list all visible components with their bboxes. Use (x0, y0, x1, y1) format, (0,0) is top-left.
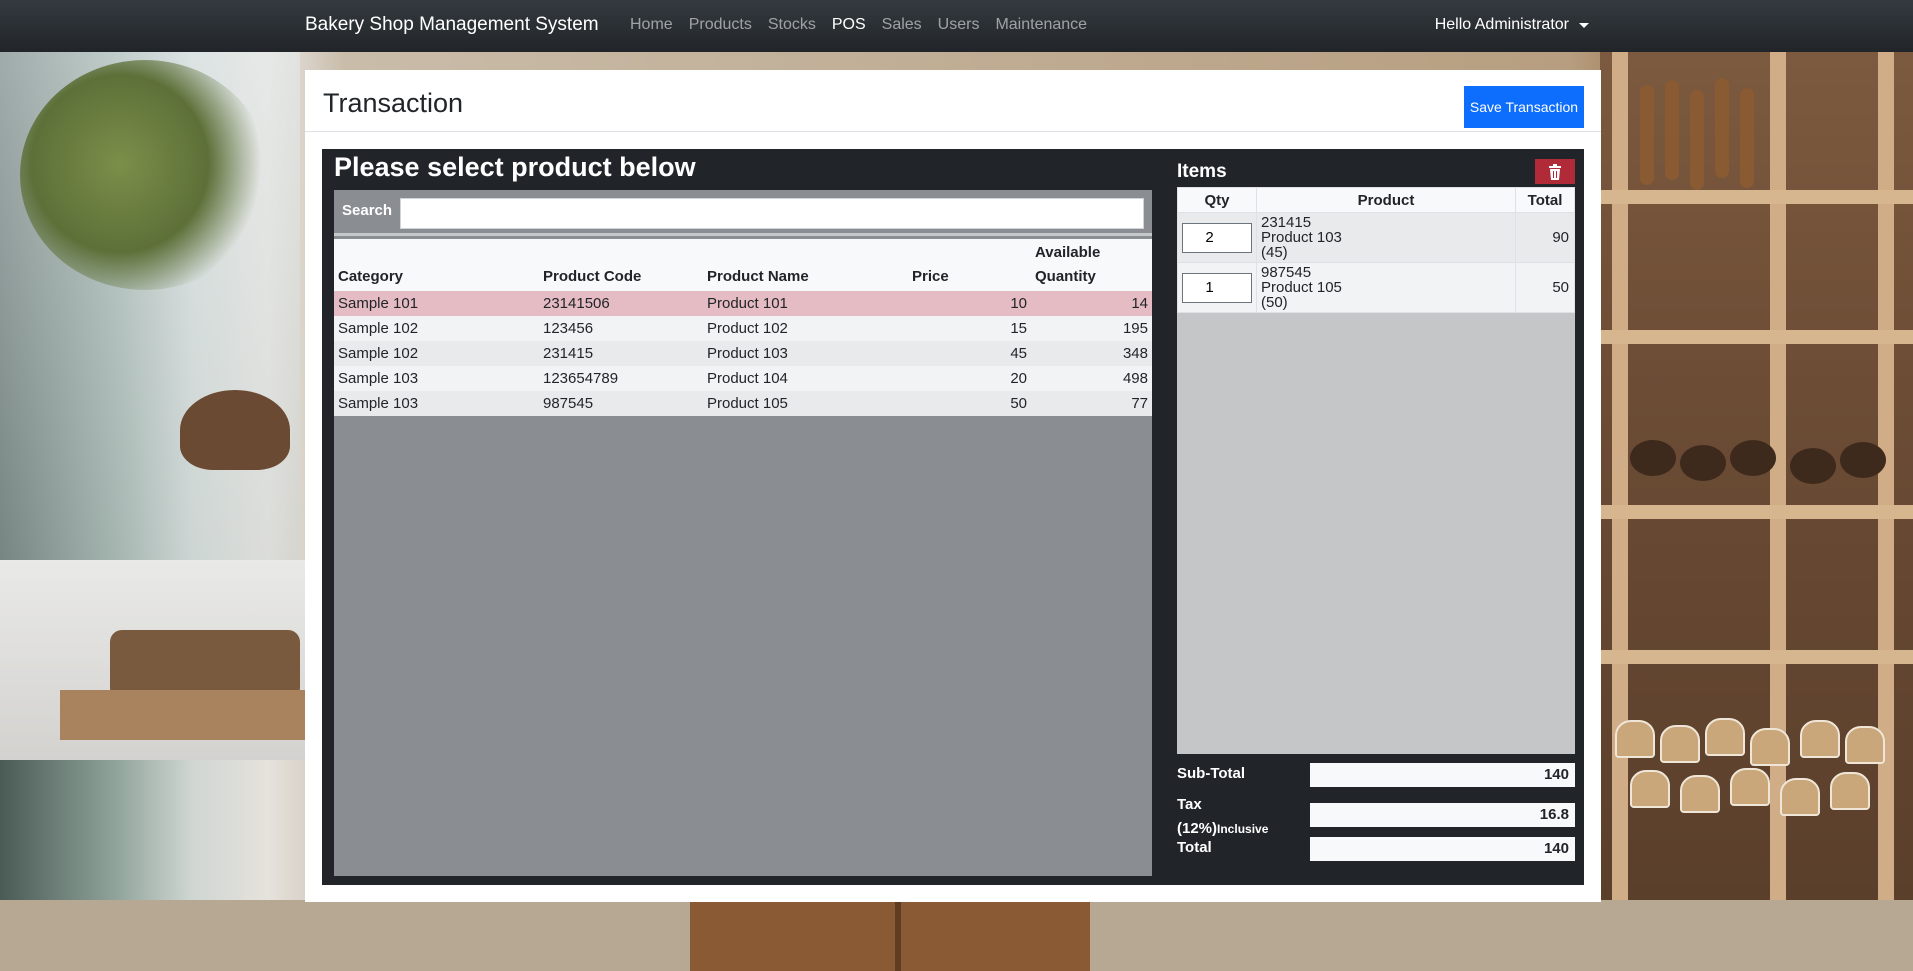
tax-row: Tax (12%)Inclusive 16.8 (1177, 793, 1575, 837)
tax-note: Inclusive (1217, 822, 1269, 836)
col-product-code: Product Code (539, 239, 703, 291)
row-quantity: 77 (1031, 391, 1152, 416)
table-row[interactable]: Sample 103 987545 Product 105 50 77 (334, 391, 1152, 416)
item-product-cell: 231415 Product 103 (45) (1256, 212, 1516, 263)
nav-pos[interactable]: POS (832, 16, 866, 34)
items-box: Qty Product Total 231415 Produ (1177, 187, 1575, 754)
product-list-panel: Search Category Product Code Product Nam… (334, 190, 1152, 876)
row-price: 20 (908, 366, 1031, 391)
tax-value: 16.8 (1310, 803, 1575, 827)
table-row[interactable]: Sample 103 123654789 Product 104 20 498 (334, 366, 1152, 391)
row-code: 123654789 (539, 366, 703, 391)
row-quantity: 14 (1031, 291, 1152, 316)
search-label: Search (342, 202, 393, 219)
nav-sales[interactable]: Sales (882, 16, 922, 34)
subtotal-row: Sub-Total 140 (1177, 761, 1575, 789)
item-code: 987545 (1261, 264, 1312, 281)
table-row[interactable]: Sample 102 231415 Product 103 45 348 (334, 341, 1152, 366)
row-category: Sample 103 (334, 366, 539, 391)
table-row[interactable]: Sample 101 23141506 Product 101 10 14 (334, 291, 1152, 316)
user-greeting: Hello Administrator (1434, 16, 1569, 33)
list-item: 231415 Product 103 (45) 90 (1177, 212, 1575, 263)
subtotal-label: Sub-Total (1177, 765, 1246, 782)
summary-panel: Sub-Total 140 Tax (12%)Inclusive 16.8 To… (1177, 761, 1575, 863)
nav-users[interactable]: Users (938, 16, 980, 34)
row-code: 123456 (539, 316, 703, 341)
items-title: Items (1177, 161, 1227, 182)
top-navbar: Bakery Shop Management System Home Produ… (0, 0, 1913, 52)
row-code: 23141506 (539, 291, 703, 316)
save-transaction-button[interactable]: Save Transaction (1464, 86, 1584, 128)
total-label: Total (1177, 839, 1212, 856)
tax-label: Tax (12%)Inclusive (1177, 796, 1269, 837)
row-category: Sample 101 (334, 291, 539, 316)
items-panel: Items Qty Product Total 2 231415 Product… (1177, 159, 1575, 754)
search-input[interactable] (400, 198, 1144, 229)
transaction-card: Transaction Save Transaction Please sele… (305, 70, 1601, 902)
item-price: (50) (1261, 294, 1288, 311)
product-table: Category Product Code Product Name Price… (334, 239, 1152, 416)
row-price: 15 (908, 316, 1031, 341)
row-price: 45 (908, 341, 1031, 366)
page-title: Transaction (323, 88, 464, 118)
row-quantity: 348 (1031, 341, 1152, 366)
row-name: Product 101 (703, 291, 908, 316)
item-product-cell: 987545 Product 105 (50) (1256, 262, 1516, 313)
trash-icon (1549, 163, 1561, 180)
brand-link[interactable]: Bakery Shop Management System (305, 14, 599, 36)
select-product-title: Please select product below (334, 152, 696, 182)
row-name: Product 102 (703, 316, 908, 341)
qty-input[interactable] (1182, 272, 1252, 303)
total-row: Total 140 (1177, 835, 1575, 863)
nav-home[interactable]: Home (630, 16, 673, 34)
items-table-header: Qty Product Total (1177, 187, 1575, 213)
total-value: 140 (1310, 837, 1575, 861)
nav-maintenance[interactable]: Maintenance (995, 16, 1087, 34)
row-price: 50 (908, 391, 1031, 416)
items-table: Qty Product Total 231415 Produ (1177, 187, 1575, 313)
item-total: 50 (1515, 262, 1575, 313)
row-category: Sample 102 (334, 341, 539, 366)
item-code: 231415 (1261, 214, 1312, 231)
row-quantity: 498 (1031, 366, 1152, 391)
row-quantity: 195 (1031, 316, 1152, 341)
search-bar: Search (334, 190, 1152, 236)
row-name: Product 104 (703, 366, 908, 391)
row-price: 10 (908, 291, 1031, 316)
col-qty: Qty (1177, 187, 1257, 213)
nav-products[interactable]: Products (689, 16, 752, 34)
item-total: 90 (1515, 212, 1575, 263)
item-name: Product 105 (1261, 279, 1342, 296)
product-table-header: Category Product Code Product Name Price… (334, 239, 1152, 291)
table-row[interactable]: Sample 102 123456 Product 102 15 195 (334, 316, 1152, 341)
user-menu-toggle[interactable]: Hello Administrator (1435, 16, 1589, 34)
col-available-quantity: Available Quantity (1031, 239, 1152, 291)
card-header: Transaction Save Transaction (305, 70, 1601, 132)
row-category: Sample 103 (334, 391, 539, 416)
qty-input[interactable] (1182, 222, 1252, 253)
row-name: Product 103 (703, 341, 908, 366)
row-name: Product 105 (703, 391, 908, 416)
nav-links: Home Products Stocks POS Sales Users Mai… (630, 16, 1103, 34)
row-code: 987545 (539, 391, 703, 416)
col-price: Price (908, 239, 1031, 291)
list-item: 987545 Product 105 (50) 50 (1177, 262, 1575, 313)
col-total: Total (1515, 187, 1575, 213)
nav-stocks[interactable]: Stocks (768, 16, 816, 34)
caret-down-icon (1579, 22, 1589, 28)
row-code: 231415 (539, 341, 703, 366)
item-qty-cell (1177, 262, 1257, 313)
pos-panel: Please select product below Search Categ… (322, 149, 1584, 885)
col-product-name: Product Name (703, 239, 908, 291)
subtotal-value: 140 (1310, 763, 1575, 787)
col-category: Category (334, 239, 539, 291)
item-price: (45) (1261, 244, 1288, 261)
item-name: Product 103 (1261, 229, 1342, 246)
clear-items-button[interactable] (1535, 159, 1575, 184)
row-category: Sample 102 (334, 316, 539, 341)
col-product: Product (1256, 187, 1516, 213)
item-qty-cell (1177, 212, 1257, 263)
